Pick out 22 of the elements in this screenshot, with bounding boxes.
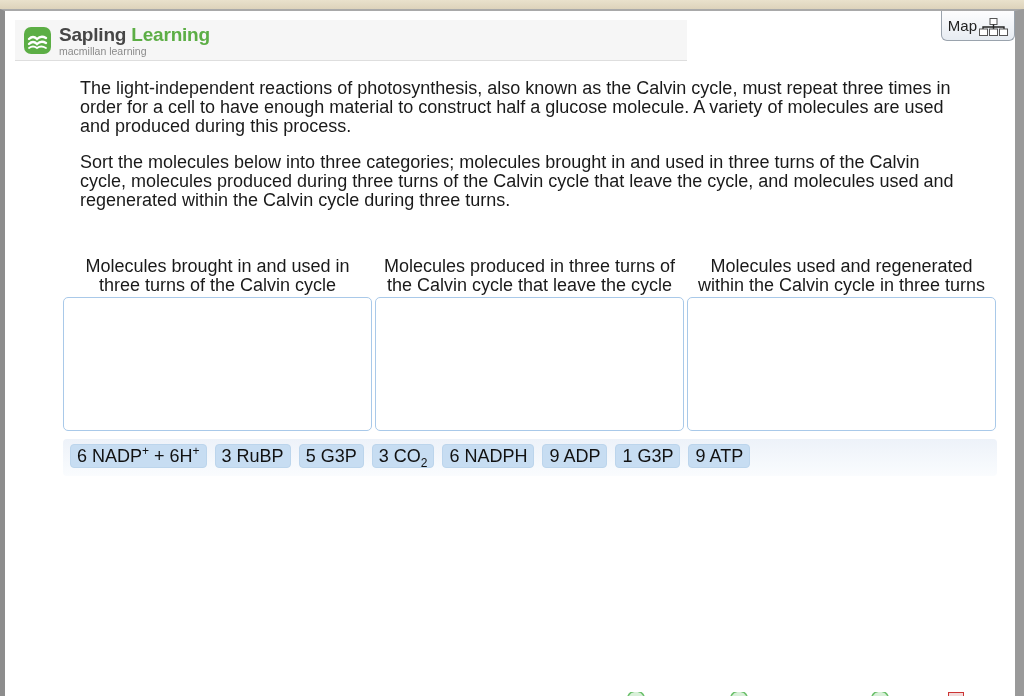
hierarchy-icon <box>979 17 1008 36</box>
wave-logo-icon <box>24 27 51 54</box>
molecule-chip[interactable]: 9 ATP <box>688 444 751 468</box>
molecule-chip[interactable]: 1 G3P <box>615 444 681 468</box>
drop-zone[interactable] <box>63 297 372 431</box>
map-button[interactable]: Map <box>940 11 1015 41</box>
molecule-chip[interactable]: 3 RuBP <box>214 444 291 468</box>
molecule-chip[interactable]: 6 NADPH <box>442 444 535 468</box>
molecule-chip[interactable]: 5 G3P <box>298 444 364 468</box>
molecule-chip[interactable]: 3 CO$_{2}$ <box>371 444 435 468</box>
instruction-paragraph: The light-independent reactions of photosynthesis, also known as the Calvin cycle, must repeat three times in order for a cell to have enough material to construct half a glucose molecule. A variety of molecules are used and produced during this process. <box>80 79 952 136</box>
instruction-paragraph: Sort the molecules below into three categories; molecules brought in and used in three turns of the Calvin cycle, molecules produced during three turns of the Calvin cycle that leave the cycle, and molecules used and regenerated within the Calvin cycle during three turns. <box>80 153 955 210</box>
brand-tagline: macmillan learning <box>59 46 148 57</box>
category-heading: Molecules used and regenerated within the Calvin cycle in three turns <box>696 257 987 297</box>
category-heading: Molecules produced in three turns of the Calvin cycle that leave the cycle <box>382 257 677 297</box>
molecule-chip[interactable]: 9 ADP <box>542 444 608 468</box>
drop-zone[interactable] <box>687 297 996 431</box>
category-heading: Molecules brought in and used in three turns of the Calvin cycle <box>84 257 351 297</box>
flag-icon <box>948 692 964 696</box>
brand-name: Sapling Learning <box>59 24 210 46</box>
molecule-chip[interactable]: 6 NADP$^{+}$ + 6H$^{+}$ <box>70 444 207 468</box>
drop-zone[interactable] <box>375 297 684 431</box>
